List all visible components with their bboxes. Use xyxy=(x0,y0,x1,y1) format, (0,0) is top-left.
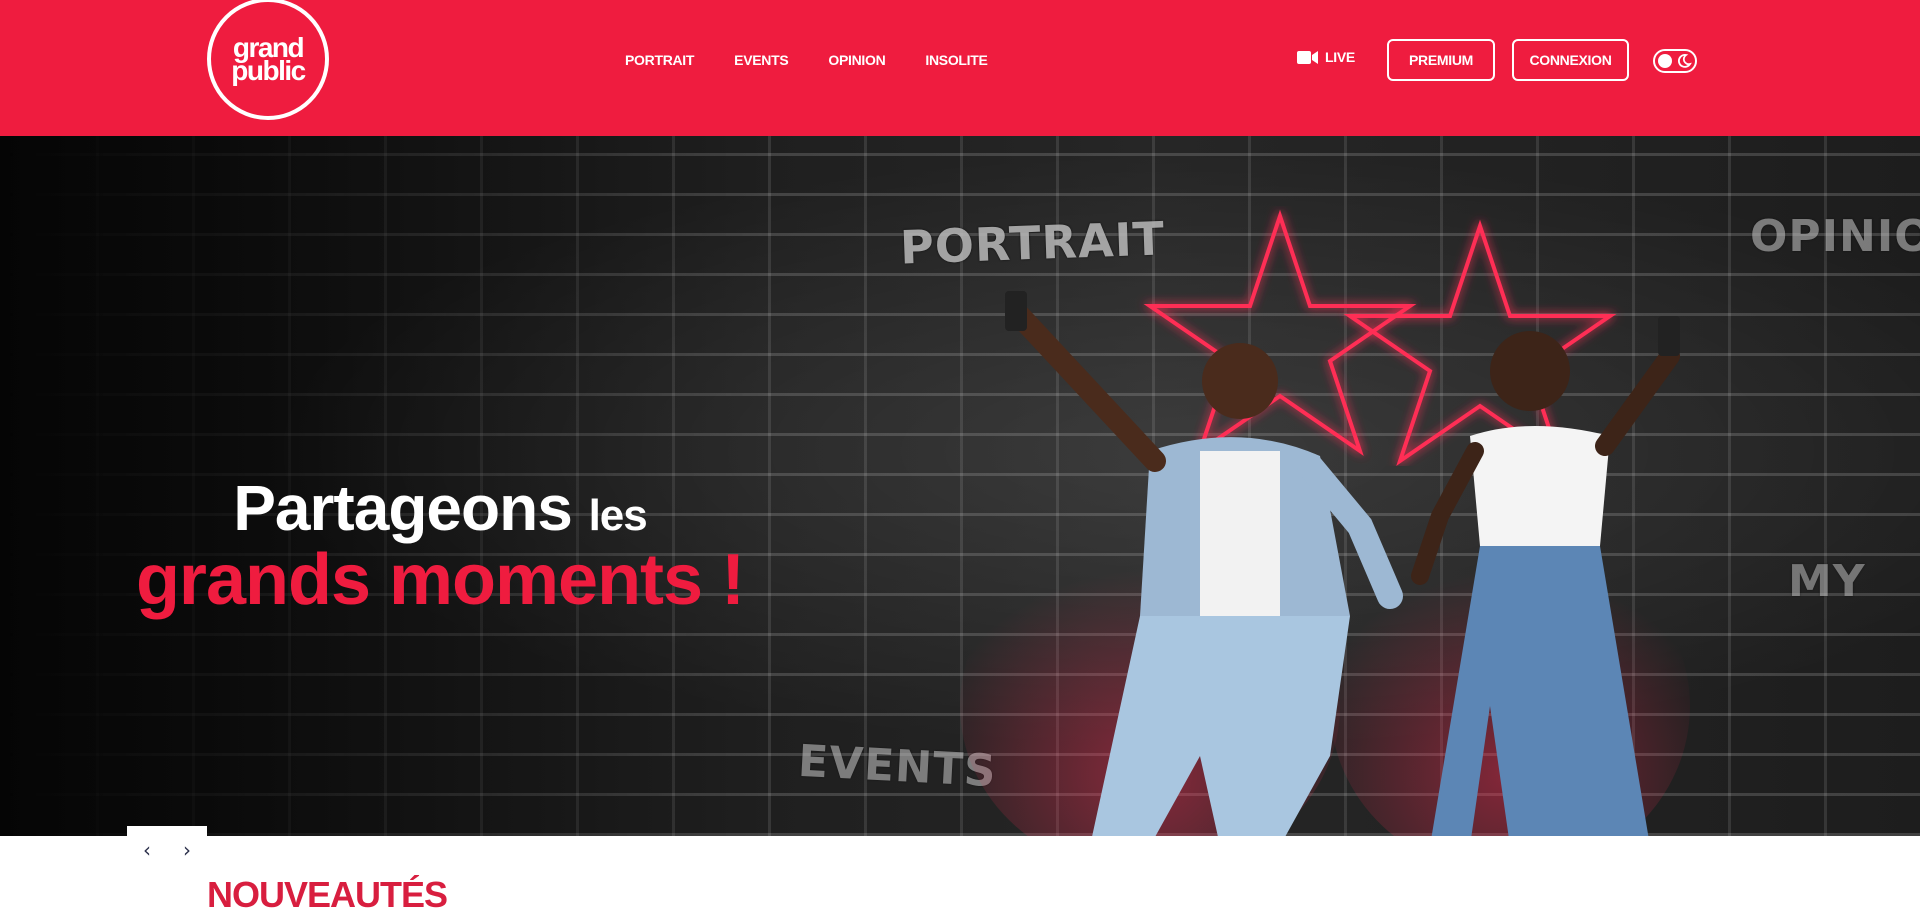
logo-line-2: public xyxy=(231,54,306,86)
wall-word-opinion: OPINIO xyxy=(1750,211,1920,262)
main-nav: PORTRAIT EVENTS OPINION INSOLITE xyxy=(625,52,1028,68)
tagline-line-2: grands moments ! xyxy=(135,540,745,620)
live-label: LIVE xyxy=(1325,49,1355,65)
hero-tagline: Partageons les grands moments ! xyxy=(60,476,820,616)
toggle-knob xyxy=(1658,54,1672,68)
chevron-left-icon[interactable]: ‹ xyxy=(143,838,151,862)
nav-item-opinion[interactable]: OPINION xyxy=(828,52,885,68)
tagline-word-small: les xyxy=(588,491,648,540)
nav-item-insolite[interactable]: INSOLITE xyxy=(925,52,987,68)
grand-public-logo[interactable]: grand public xyxy=(207,0,329,120)
premium-button[interactable]: PREMIUM xyxy=(1387,39,1495,81)
hero-people-illustration xyxy=(960,291,1690,836)
live-link[interactable]: LIVE xyxy=(1297,49,1355,65)
moon-icon xyxy=(1677,54,1692,68)
chevron-right-icon[interactable]: › xyxy=(183,838,191,862)
nav-item-portrait[interactable]: PORTRAIT xyxy=(625,52,694,68)
nav-item-events[interactable]: EVENTS xyxy=(734,52,789,68)
carousel-controls: ‹ › xyxy=(127,826,207,874)
section-title: NOUVEAUTÉS xyxy=(207,874,448,915)
video-camera-icon xyxy=(1297,50,1318,64)
site-header: grand public PORTRAIT EVENTS OPINION INS… xyxy=(0,0,1920,136)
tagline-line-1: Partageons les xyxy=(60,476,820,540)
hero-banner[interactable]: PORTRAIT OPINIO EVENTS MY Partageons les… xyxy=(0,136,1920,836)
wall-word-my: MY xyxy=(1788,556,1866,607)
theme-toggle[interactable] xyxy=(1653,49,1697,73)
tagline-word-big: Partageons xyxy=(233,472,573,544)
connexion-button[interactable]: CONNEXION xyxy=(1512,39,1629,81)
